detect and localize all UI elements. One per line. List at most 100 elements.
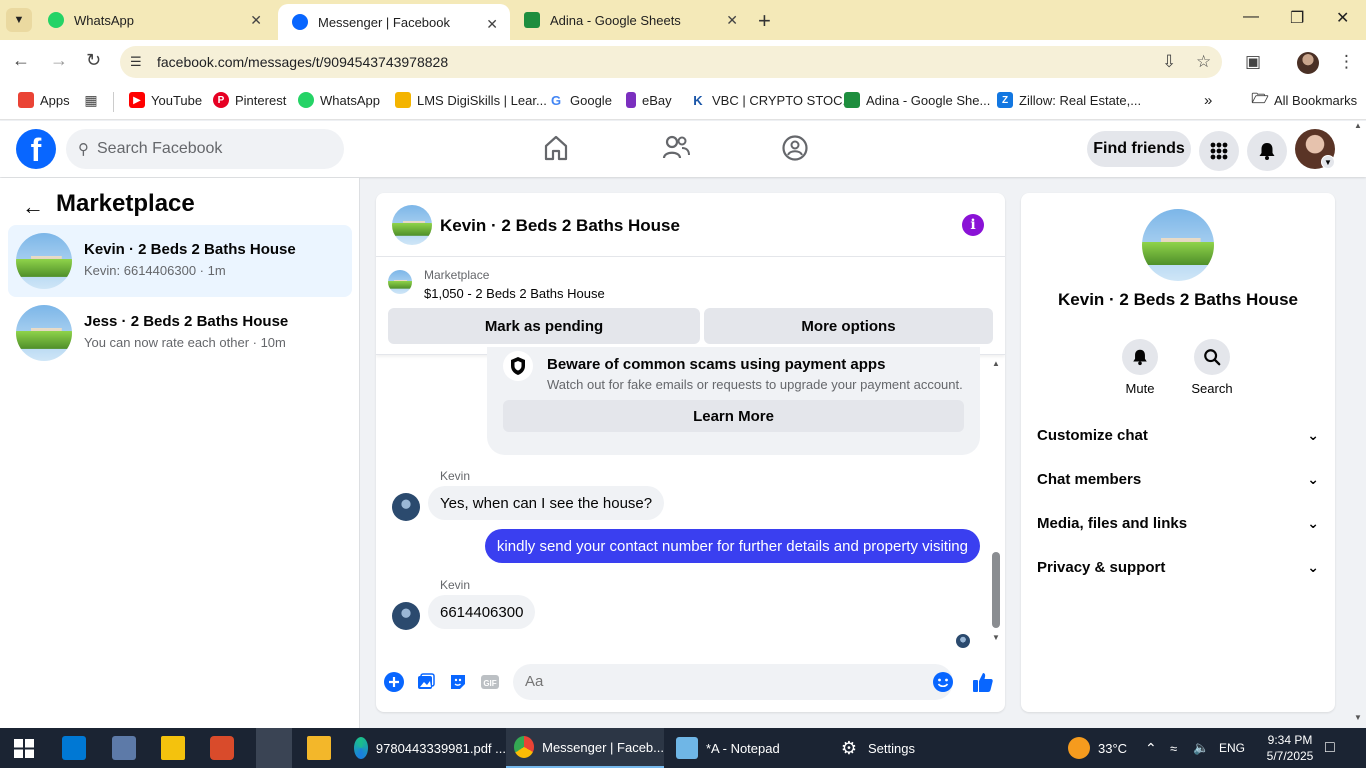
notifications-bell-icon[interactable] xyxy=(1247,131,1287,171)
account-chevron-down-icon[interactable]: ▼ xyxy=(1321,155,1335,169)
taskbar-app-notepad[interactable]: *A - Notepad xyxy=(668,728,824,768)
tab-search-dropdown-icon[interactable]: ▼ xyxy=(6,8,32,32)
more-bookmarks-icon[interactable]: » xyxy=(1204,92,1212,109)
mute-button[interactable]: Mute xyxy=(1110,339,1170,396)
tab-messenger[interactable]: Messenger | Facebook ✕ xyxy=(278,4,510,40)
restore-icon[interactable]: ❐ xyxy=(1290,8,1304,28)
scrollbar-thumb[interactable] xyxy=(992,552,1000,628)
bookmark-vbc[interactable]: K VBC | CRYPTO STOC... xyxy=(690,92,853,108)
game-icon[interactable] xyxy=(210,736,234,760)
mark-as-pending-button[interactable]: Mark as pending xyxy=(388,308,700,344)
outgoing-message[interactable]: kindly send your contact number for furt… xyxy=(484,529,980,563)
reload-icon[interactable]: ↻ xyxy=(86,50,101,71)
new-tab-icon[interactable]: + xyxy=(758,8,771,34)
tab-whatsapp[interactable]: WhatsApp ✕ xyxy=(34,0,274,40)
search-input[interactable] xyxy=(97,140,317,158)
incoming-message[interactable]: Yes, when can I see the house? xyxy=(428,486,665,520)
chat-scrollbar[interactable]: ▲ ▼ xyxy=(990,355,1002,645)
clock[interactable]: 9:34 PM 5/7/2025 xyxy=(1260,732,1320,764)
facebook-search[interactable]: ⚲ xyxy=(66,129,344,169)
file-explorer-icon[interactable] xyxy=(307,736,331,760)
site-info-icon[interactable]: ☰ xyxy=(130,54,148,70)
bookmark-star-icon[interactable]: ☆ xyxy=(1196,52,1211,72)
message-text-field[interactable] xyxy=(525,673,905,690)
facebook-logo-icon[interactable]: f xyxy=(16,129,56,169)
network-icon[interactable]: ≈ xyxy=(1170,728,1177,768)
taskbar-app-chrome[interactable]: Messenger | Faceb... xyxy=(506,728,664,768)
page-scroll-down-icon[interactable]: ▼ xyxy=(1354,713,1362,722)
search-in-chat-button[interactable]: Search xyxy=(1182,339,1242,396)
close-tab-icon[interactable]: ✕ xyxy=(486,16,498,33)
conversation-item[interactable]: Jess · 2 Beds 2 Baths House You can now … xyxy=(8,297,352,369)
incoming-message[interactable]: 6614406300 xyxy=(428,595,536,629)
bookmark-apps[interactable]: Apps xyxy=(18,92,70,108)
friends-icon[interactable] xyxy=(661,133,691,163)
all-bookmarks[interactable]: 🗁 All Bookmarks xyxy=(1251,90,1357,108)
menu-grid-icon[interactable] xyxy=(1199,131,1239,171)
conversation-item[interactable]: Kevin · 2 Beds 2 Baths House Kevin: 6614… xyxy=(8,225,352,297)
privacy-support-section[interactable]: Privacy & support ⌄ xyxy=(1037,556,1319,578)
bookmark-google[interactable]: G Google xyxy=(548,92,612,108)
bookmark-ebay[interactable]: eBay xyxy=(626,92,672,108)
store-icon[interactable] xyxy=(62,736,86,760)
more-options-button[interactable]: More options xyxy=(704,308,993,344)
message-input[interactable] xyxy=(513,664,953,700)
bookmark-whatsapp[interactable]: WhatsApp xyxy=(298,92,380,108)
gif-icon[interactable]: GIF xyxy=(479,671,501,693)
find-friends-button[interactable]: Find friends xyxy=(1087,131,1191,167)
sender-avatar[interactable] xyxy=(392,602,420,630)
install-app-icon[interactable]: ⇩ xyxy=(1162,52,1176,72)
browser-menu-icon[interactable]: ⋮ xyxy=(1338,52,1355,72)
language-indicator[interactable]: ENG xyxy=(1219,728,1245,768)
bookmark-youtube[interactable]: ▶ YouTube xyxy=(129,92,202,108)
sender-avatar[interactable] xyxy=(392,493,420,521)
page-scroll-up-icon[interactable]: ▲ xyxy=(1354,121,1362,130)
learn-more-button[interactable]: Learn More xyxy=(503,400,964,432)
windows-start-icon[interactable] xyxy=(12,736,36,760)
emoji-icon[interactable] xyxy=(932,671,954,693)
photo-icon[interactable] xyxy=(415,671,437,693)
taskbar-app-edge-pdf[interactable]: 9780443339981.pdf ... xyxy=(346,728,506,768)
bookmark-adina-sheets[interactable]: Adina - Google She... xyxy=(844,92,990,108)
listing-price-title[interactable]: $1,050 - 2 Beds 2 Baths House xyxy=(424,286,605,301)
taskbar-app-settings[interactable]: ⚙ Settings xyxy=(830,728,950,768)
bookmark-zillow[interactable]: Z Zillow: Real Estate,... xyxy=(997,92,1141,108)
paint-icon[interactable] xyxy=(256,728,292,768)
chat-title[interactable]: Kevin · 2 Beds 2 Baths House xyxy=(440,216,680,236)
close-tab-icon[interactable]: ✕ xyxy=(726,12,738,29)
bookmark-grid[interactable]: ▦ xyxy=(83,92,105,108)
scroll-up-icon[interactable]: ▲ xyxy=(992,359,1000,368)
page-scrollbar[interactable]: ▲ ▼ xyxy=(1352,121,1366,728)
listing-thumbnail[interactable] xyxy=(388,270,412,294)
tab-google-sheets[interactable]: Adina - Google Sheets ✕ xyxy=(510,0,750,40)
scroll-down-icon[interactable]: ▼ xyxy=(992,633,1000,642)
chat-avatar[interactable] xyxy=(392,205,432,245)
media-files-links-section[interactable]: Media, files and links ⌄ xyxy=(1037,512,1319,534)
address-bar[interactable]: ☰ facebook.com/messages/t/90945437439788… xyxy=(120,46,1222,78)
close-window-icon[interactable]: ✕ xyxy=(1336,8,1349,28)
home-icon[interactable] xyxy=(541,133,571,163)
bookmark-pinterest[interactable]: P Pinterest xyxy=(213,92,286,108)
forward-icon[interactable]: → xyxy=(50,50,68,71)
browser-profile-avatar[interactable] xyxy=(1297,52,1319,74)
notification-center-icon[interactable]: □ xyxy=(1325,728,1335,768)
sticker-icon[interactable] xyxy=(447,671,469,693)
thumbs-up-icon[interactable] xyxy=(972,671,994,693)
bookmark-lms[interactable]: LMS DigiSkills | Lear... xyxy=(395,92,547,108)
weather-widget[interactable]: 33°C xyxy=(1068,728,1127,768)
customize-chat-section[interactable]: Customize chat ⌄ xyxy=(1037,424,1319,446)
minimize-icon[interactable]: — xyxy=(1243,8,1259,26)
groups-icon[interactable] xyxy=(780,133,810,163)
sticky-notes-icon[interactable] xyxy=(161,736,185,760)
extensions-icon[interactable]: ▣ xyxy=(1245,52,1261,72)
add-plus-icon[interactable] xyxy=(383,671,405,693)
tray-expand-icon[interactable]: ⌃ xyxy=(1145,728,1157,768)
computer-icon[interactable] xyxy=(112,736,136,760)
volume-icon[interactable]: 🔈 xyxy=(1193,728,1209,768)
listing-avatar[interactable] xyxy=(1142,209,1214,281)
close-tab-icon[interactable]: ✕ xyxy=(250,12,262,29)
info-icon[interactable]: i xyxy=(962,214,984,236)
chat-members-section[interactable]: Chat members ⌄ xyxy=(1037,468,1319,490)
back-arrow-icon[interactable]: ← xyxy=(22,194,44,220)
back-icon[interactable]: ← xyxy=(12,50,30,71)
